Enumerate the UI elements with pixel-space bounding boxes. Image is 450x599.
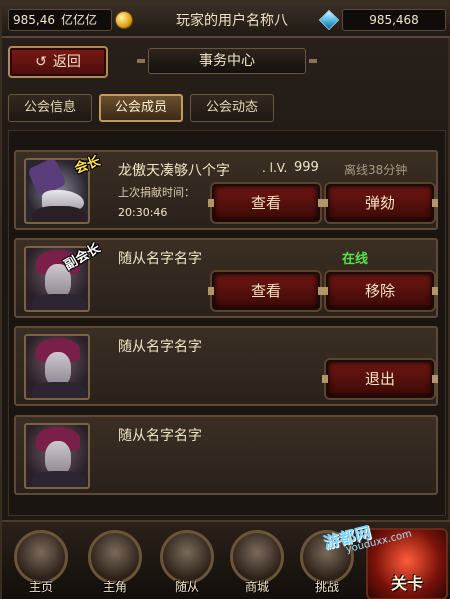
impeach-button[interactable]: 弹劾 bbox=[322, 184, 438, 222]
back-button[interactable]: ↺ 返回 bbox=[8, 46, 108, 78]
nav-challenge-label: 挑战 bbox=[314, 580, 339, 594]
treasure-chest-icon bbox=[230, 530, 284, 584]
rank-badge: 会长 bbox=[72, 153, 103, 177]
avatar[interactable] bbox=[24, 423, 90, 489]
contribution-label: 上次捐献时间： bbox=[118, 186, 195, 199]
online-status: 离线38分钟 bbox=[344, 163, 408, 177]
gold-unit: 亿亿亿 bbox=[61, 13, 98, 27]
contribution-time: 20:30:46 bbox=[118, 206, 168, 219]
gold-counter: 985,46 亿亿亿 bbox=[8, 9, 112, 31]
member-card: 副会长 随从名字名字 在线 查看 移除 bbox=[14, 238, 438, 318]
member-name: 随从名字名字 bbox=[118, 339, 202, 355]
guild-screen: 985,46 亿亿亿 玩家的用户名称八 985,468 ↺ 返回 事务中心 公会信息… bbox=[0, 0, 450, 599]
nav-home[interactable]: 主页 bbox=[12, 530, 70, 599]
member-name: 龙傲天凑够八个字 bbox=[118, 163, 230, 179]
nav-home-label: 主页 bbox=[28, 580, 53, 594]
member-name: 随从名字名字 bbox=[118, 428, 202, 444]
avatar[interactable] bbox=[24, 334, 90, 400]
return-arrow-icon: ↺ bbox=[35, 54, 47, 70]
tab-guild-members[interactable]: 公会成员 bbox=[99, 94, 183, 122]
level-label: . l.V. bbox=[262, 161, 288, 175]
nav-hero-label: 主角 bbox=[102, 580, 127, 594]
tab-guild-news[interactable]: 公会动态 bbox=[190, 94, 274, 122]
nav-hero[interactable]: 主角 bbox=[86, 530, 144, 599]
gem-counter: 985,468 bbox=[342, 9, 446, 31]
nav-follower[interactable]: 随从 bbox=[158, 530, 216, 599]
nav-shop[interactable]: 商城 bbox=[228, 530, 286, 599]
gold-value: 985,46 bbox=[13, 13, 55, 27]
nav-stage-label: 关卡 bbox=[390, 574, 423, 593]
leave-button[interactable]: 退出 bbox=[322, 360, 438, 398]
online-status: 在线 bbox=[342, 252, 369, 267]
page-title: 事务中心 bbox=[137, 48, 317, 74]
tab-guild-info[interactable]: 公会信息 bbox=[8, 94, 92, 122]
member-card: 随从名字名字 bbox=[14, 415, 438, 495]
remove-button[interactable]: 移除 bbox=[322, 272, 438, 310]
coin-icon[interactable] bbox=[115, 11, 133, 29]
follower-icon bbox=[160, 530, 214, 584]
resource-bar: 985,46 亿亿亿 玩家的用户名称八 985,468 bbox=[2, 2, 450, 38]
hero-icon bbox=[88, 530, 142, 584]
level-value: 999 bbox=[294, 160, 319, 175]
member-name: 随从名字名字 bbox=[118, 251, 202, 267]
view-button[interactable]: 查看 bbox=[208, 184, 324, 222]
view-button[interactable]: 查看 bbox=[208, 272, 324, 310]
member-card: 随从名字名字 退出 bbox=[14, 326, 438, 406]
nav-shop-label: 商城 bbox=[244, 580, 269, 594]
member-card: 会长 龙傲天凑够八个字 . l.V. 999 离线38分钟 上次捐献时间： 20… bbox=[14, 150, 438, 230]
player-name: 玩家的用户名称八 bbox=[176, 13, 288, 29]
back-label: 返回 bbox=[52, 54, 81, 70]
nav-follower-label: 随从 bbox=[174, 580, 199, 594]
castle-icon bbox=[14, 530, 68, 584]
